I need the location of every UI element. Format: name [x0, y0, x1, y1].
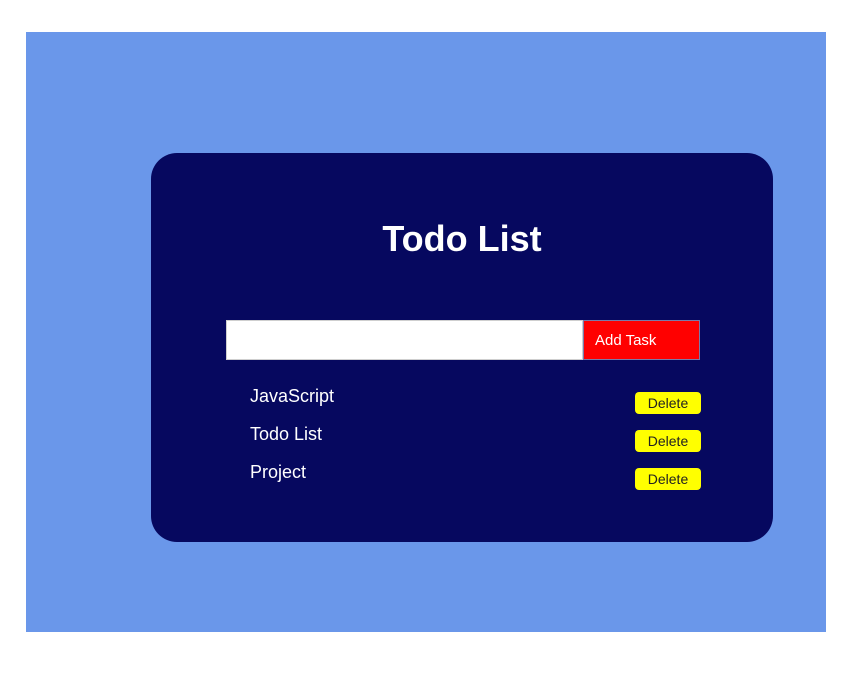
- task-label: Project: [250, 462, 307, 482]
- task-label: Todo List: [250, 424, 323, 444]
- list-item: JavaScript Delete: [250, 381, 702, 419]
- delete-button[interactable]: Delete: [635, 468, 701, 490]
- page-background: Todo List Add Task JavaScript Delete Tod…: [26, 32, 826, 632]
- list-item: Project Delete: [250, 457, 702, 495]
- list-item: Todo List Delete: [250, 419, 702, 457]
- todo-card: Todo List Add Task JavaScript Delete Tod…: [151, 153, 773, 542]
- delete-button[interactable]: Delete: [635, 392, 701, 414]
- page-title: Todo List: [382, 218, 542, 259]
- task-input[interactable]: [226, 320, 583, 360]
- delete-button[interactable]: Delete: [635, 430, 701, 452]
- add-task-button[interactable]: Add Task: [583, 320, 700, 360]
- task-list: JavaScript Delete Todo List Delete Proje…: [250, 381, 702, 495]
- task-label: JavaScript: [250, 386, 335, 406]
